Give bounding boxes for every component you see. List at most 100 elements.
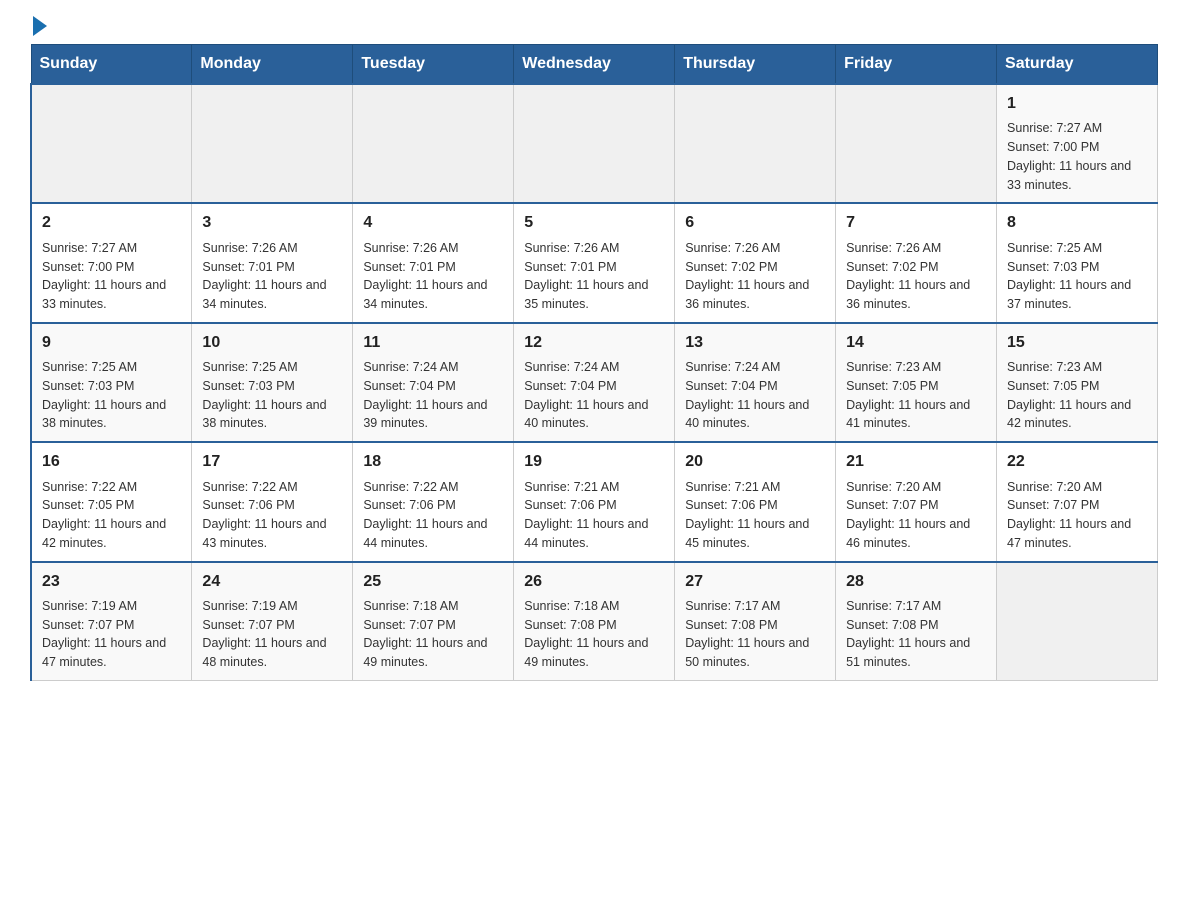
day-info: Sunrise: 7:26 AM Sunset: 7:01 PM Dayligh…	[202, 239, 342, 314]
calendar-day-cell	[514, 84, 675, 203]
calendar-day-cell: 24Sunrise: 7:19 AM Sunset: 7:07 PM Dayli…	[192, 562, 353, 681]
day-info: Sunrise: 7:17 AM Sunset: 7:08 PM Dayligh…	[846, 597, 986, 672]
page-header	[30, 20, 1158, 34]
day-number: 5	[524, 212, 664, 234]
day-info: Sunrise: 7:27 AM Sunset: 7:00 PM Dayligh…	[42, 239, 181, 314]
day-info: Sunrise: 7:18 AM Sunset: 7:07 PM Dayligh…	[363, 597, 503, 672]
day-number: 9	[42, 332, 181, 354]
day-info: Sunrise: 7:25 AM Sunset: 7:03 PM Dayligh…	[1007, 239, 1147, 314]
day-info: Sunrise: 7:19 AM Sunset: 7:07 PM Dayligh…	[42, 597, 181, 672]
day-number: 18	[363, 451, 503, 473]
day-number: 27	[685, 571, 825, 593]
calendar-week-row: 9 Sunrise: 7:25 AM Sunset: 7:03 PM Daylig…	[31, 323, 1158, 442]
day-info: Sunrise: 7:18 AM Sunset: 7:08 PM Dayligh…	[524, 597, 664, 672]
day-number: 17	[202, 451, 342, 473]
day-of-week-header: Tuesday	[353, 45, 514, 85]
day-number: 16	[42, 451, 181, 473]
day-info: Sunrise: 7:20 AM Sunset: 7:07 PM Dayligh…	[1007, 478, 1147, 553]
day-number: 20	[685, 451, 825, 473]
day-info: Sunrise: 7:24 AM Sunset: 7:04 PM Dayligh…	[363, 358, 503, 433]
day-number: 14	[846, 332, 986, 354]
day-number: 1	[1007, 93, 1147, 115]
day-number: 7	[846, 212, 986, 234]
day-info: Sunrise: 7:23 AM Sunset: 7:05 PM Dayligh…	[846, 358, 986, 433]
calendar-day-cell: 2Sunrise: 7:27 AM Sunset: 7:00 PM Daylig…	[31, 203, 192, 322]
day-of-week-header: Sunday	[31, 45, 192, 85]
calendar-day-cell: 17 Sunrise: 7:22 AM Sunset: 7:06 PM Dayli…	[192, 442, 353, 561]
day-number: 10	[202, 332, 342, 354]
calendar-week-row: 1 Sunrise: 7:27 AM Sunset: 7:00 PM Daylig…	[31, 84, 1158, 203]
day-of-week-header: Saturday	[997, 45, 1158, 85]
day-number: 28	[846, 571, 986, 593]
calendar-day-cell: 7 Sunrise: 7:26 AM Sunset: 7:02 PM Daylig…	[836, 203, 997, 322]
calendar-day-cell: 9 Sunrise: 7:25 AM Sunset: 7:03 PM Daylig…	[31, 323, 192, 442]
day-number: 12	[524, 332, 664, 354]
day-number: 13	[685, 332, 825, 354]
day-number: 6	[685, 212, 825, 234]
day-of-week-header: Thursday	[675, 45, 836, 85]
calendar-day-cell: 1 Sunrise: 7:27 AM Sunset: 7:00 PM Daylig…	[997, 84, 1158, 203]
day-number: 25	[363, 571, 503, 593]
calendar-day-cell: 19 Sunrise: 7:21 AM Sunset: 7:06 PM Dayli…	[514, 442, 675, 561]
calendar-day-cell: 21 Sunrise: 7:20 AM Sunset: 7:07 PM Dayli…	[836, 442, 997, 561]
calendar-day-cell: 25 Sunrise: 7:18 AM Sunset: 7:07 PM Dayli…	[353, 562, 514, 681]
day-number: 26	[524, 571, 664, 593]
calendar-week-row: 23 Sunrise: 7:19 AM Sunset: 7:07 PM Dayli…	[31, 562, 1158, 681]
calendar-day-cell	[353, 84, 514, 203]
calendar-day-cell: 3 Sunrise: 7:26 AM Sunset: 7:01 PM Daylig…	[192, 203, 353, 322]
calendar-day-cell: 4 Sunrise: 7:26 AM Sunset: 7:01 PM Daylig…	[353, 203, 514, 322]
day-info: Sunrise: 7:26 AM Sunset: 7:02 PM Dayligh…	[846, 239, 986, 314]
day-info: Sunrise: 7:22 AM Sunset: 7:05 PM Dayligh…	[42, 478, 181, 553]
day-number: 4	[363, 212, 503, 234]
calendar-day-cell: 16 Sunrise: 7:22 AM Sunset: 7:05 PM Dayli…	[31, 442, 192, 561]
calendar-table: SundayMondayTuesdayWednesdayThursdayFrid…	[30, 44, 1158, 681]
day-number: 19	[524, 451, 664, 473]
calendar-day-cell	[675, 84, 836, 203]
calendar-day-cell	[997, 562, 1158, 681]
day-number: 15	[1007, 332, 1147, 354]
calendar-day-cell: 8Sunrise: 7:25 AM Sunset: 7:03 PM Daylig…	[997, 203, 1158, 322]
day-info: Sunrise: 7:26 AM Sunset: 7:01 PM Dayligh…	[363, 239, 503, 314]
calendar-day-cell: 10 Sunrise: 7:25 AM Sunset: 7:03 PM Dayli…	[192, 323, 353, 442]
calendar-day-cell: 26 Sunrise: 7:18 AM Sunset: 7:08 PM Dayli…	[514, 562, 675, 681]
day-info: Sunrise: 7:26 AM Sunset: 7:02 PM Dayligh…	[685, 239, 825, 314]
calendar-day-cell: 13 Sunrise: 7:24 AM Sunset: 7:04 PM Dayli…	[675, 323, 836, 442]
calendar-day-cell: 27 Sunrise: 7:17 AM Sunset: 7:08 PM Dayli…	[675, 562, 836, 681]
calendar-week-row: 16 Sunrise: 7:22 AM Sunset: 7:05 PM Dayli…	[31, 442, 1158, 561]
calendar-day-cell	[192, 84, 353, 203]
day-info: Sunrise: 7:27 AM Sunset: 7:00 PM Dayligh…	[1007, 119, 1147, 194]
calendar-day-cell: 23 Sunrise: 7:19 AM Sunset: 7:07 PM Dayli…	[31, 562, 192, 681]
day-number: 21	[846, 451, 986, 473]
day-of-week-header: Friday	[836, 45, 997, 85]
day-info: Sunrise: 7:21 AM Sunset: 7:06 PM Dayligh…	[524, 478, 664, 553]
calendar-day-cell: 14 Sunrise: 7:23 AM Sunset: 7:05 PM Dayli…	[836, 323, 997, 442]
day-info: Sunrise: 7:19 AM Sunset: 7:07 PM Dayligh…	[202, 597, 342, 672]
calendar-day-cell: 11 Sunrise: 7:24 AM Sunset: 7:04 PM Dayli…	[353, 323, 514, 442]
day-info: Sunrise: 7:24 AM Sunset: 7:04 PM Dayligh…	[524, 358, 664, 433]
calendar-day-cell: 28 Sunrise: 7:17 AM Sunset: 7:08 PM Dayli…	[836, 562, 997, 681]
day-number: 23	[42, 571, 181, 593]
calendar-day-cell: 6 Sunrise: 7:26 AM Sunset: 7:02 PM Daylig…	[675, 203, 836, 322]
calendar-day-cell: 12 Sunrise: 7:24 AM Sunset: 7:04 PM Dayli…	[514, 323, 675, 442]
day-info: Sunrise: 7:24 AM Sunset: 7:04 PM Dayligh…	[685, 358, 825, 433]
calendar-header-row: SundayMondayTuesdayWednesdayThursdayFrid…	[31, 45, 1158, 85]
day-info: Sunrise: 7:26 AM Sunset: 7:01 PM Dayligh…	[524, 239, 664, 314]
day-info: Sunrise: 7:17 AM Sunset: 7:08 PM Dayligh…	[685, 597, 825, 672]
day-number: 22	[1007, 451, 1147, 473]
day-info: Sunrise: 7:25 AM Sunset: 7:03 PM Dayligh…	[42, 358, 181, 433]
logo-triangle-icon	[33, 16, 47, 36]
calendar-day-cell: 5 Sunrise: 7:26 AM Sunset: 7:01 PM Daylig…	[514, 203, 675, 322]
calendar-week-row: 2Sunrise: 7:27 AM Sunset: 7:00 PM Daylig…	[31, 203, 1158, 322]
day-info: Sunrise: 7:23 AM Sunset: 7:05 PM Dayligh…	[1007, 358, 1147, 433]
day-of-week-header: Wednesday	[514, 45, 675, 85]
day-info: Sunrise: 7:20 AM Sunset: 7:07 PM Dayligh…	[846, 478, 986, 553]
day-number: 11	[363, 332, 503, 354]
day-info: Sunrise: 7:22 AM Sunset: 7:06 PM Dayligh…	[363, 478, 503, 553]
logo	[30, 20, 47, 34]
calendar-day-cell	[836, 84, 997, 203]
day-of-week-header: Monday	[192, 45, 353, 85]
day-info: Sunrise: 7:21 AM Sunset: 7:06 PM Dayligh…	[685, 478, 825, 553]
day-info: Sunrise: 7:22 AM Sunset: 7:06 PM Dayligh…	[202, 478, 342, 553]
day-number: 3	[202, 212, 342, 234]
day-info: Sunrise: 7:25 AM Sunset: 7:03 PM Dayligh…	[202, 358, 342, 433]
